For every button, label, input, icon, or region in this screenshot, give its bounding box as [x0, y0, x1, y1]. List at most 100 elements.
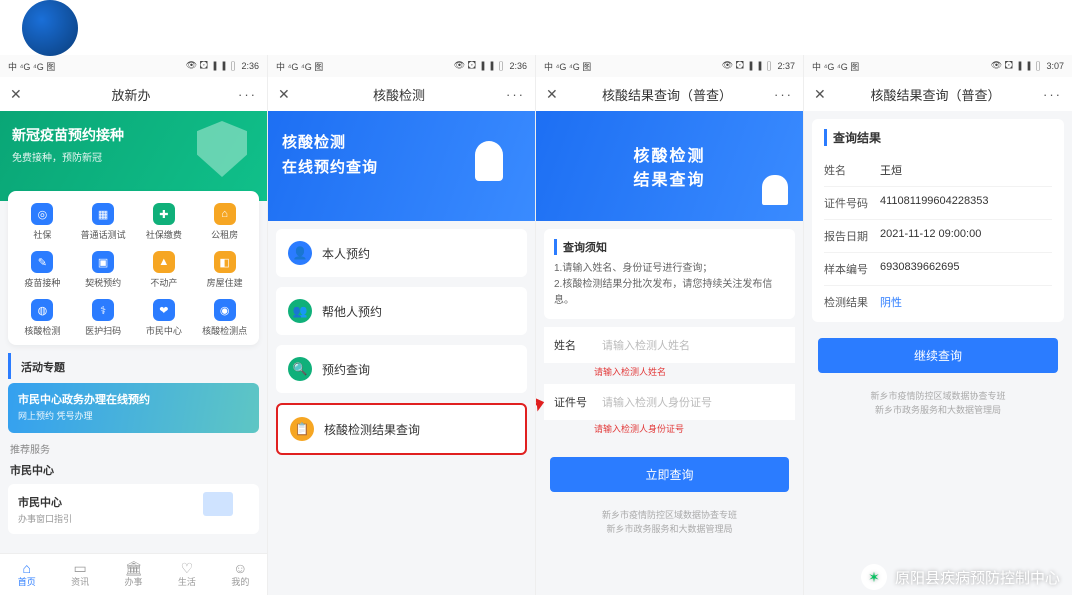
- grid-item-label: 公租房: [211, 228, 238, 241]
- doctor-illustration-icon: [455, 131, 525, 201]
- wechat-account-name: 原阳县疾病预防控制中心: [895, 567, 1060, 588]
- grid-item-市民中心[interactable]: ❤ 市民中心: [134, 295, 195, 341]
- tab-我的[interactable]: ☺我的: [214, 554, 267, 595]
- grid-item-icon: ✎: [31, 251, 53, 273]
- blue-sphere-logo: [22, 0, 78, 56]
- nucleic-banner: 核酸检测 在线预约查询: [268, 111, 535, 221]
- menu-row-帮他人预约[interactable]: 👥帮他人预约: [276, 287, 527, 335]
- wechat-attribution: ✶ 原阳县疾病预防控制中心: [861, 564, 1060, 590]
- more-icon[interactable]: ···: [774, 87, 793, 102]
- close-icon[interactable]: ✕: [546, 86, 560, 103]
- close-icon[interactable]: ✕: [10, 86, 24, 103]
- card-subtitle: 办事窗口指引: [18, 512, 72, 525]
- grid-item-icon: ▦: [92, 203, 114, 225]
- nav-bar: ✕ 放新办 ···: [0, 77, 267, 111]
- grid-item-label: 市民中心: [146, 324, 182, 337]
- result-row-姓名: 姓名王烜: [824, 154, 1052, 187]
- promo-card[interactable]: 市民中心政务办理在线预约 网上预约 凭号办理: [8, 383, 259, 433]
- services-grid-card: ◎ 社保 ▦普通话测试✚社保缴费 ⌂ 公租房 ✎ 疫苗接种 ▣ 契税预约 ▲不动产◧房屋住建 ◍核酸…: [8, 191, 259, 345]
- grid-item-医护扫码[interactable]: ⚕ 医护扫码: [73, 295, 134, 341]
- result-key: 样本编号: [824, 261, 880, 277]
- footer-org: 新乡市疫情防控区域数据协查专班 新乡市政务服务和大数据管理局: [804, 389, 1072, 418]
- name-input[interactable]: 请输入检测人姓名: [602, 337, 785, 353]
- id-input[interactable]: 请输入检测人身份证号: [602, 394, 785, 410]
- grid-item-icon: ◎: [31, 203, 53, 225]
- nav-bar: ✕ 核酸检测 ···: [268, 77, 535, 111]
- continue-query-button[interactable]: 继续查询: [818, 338, 1058, 373]
- grid-item-label: 社保: [33, 228, 51, 241]
- screen-nucleic-menu: 中 ⁴G ⁴G 图 👁 🖸 ▮▮▯ 2:36 ✕ 核酸检测 ··· 核酸检测 在…: [268, 55, 536, 595]
- result-title: 查询结果: [824, 129, 1052, 146]
- grid-item-不动产[interactable]: ▲不动产: [134, 247, 195, 293]
- name-field-row: 姓名 请输入检测人姓名: [544, 327, 795, 363]
- screen-query-result: 中 ⁴G ⁴G 图 👁 🖸 ▮▮▯ 3:07 ✕ 核酸结果查询（普查） ··· …: [804, 55, 1072, 595]
- id-label: 证件号: [554, 394, 592, 410]
- row-icon: 👤: [288, 241, 312, 265]
- result-row-检测结果: 检测结果阴性: [824, 286, 1052, 318]
- grid-item-label: 医护扫码: [85, 324, 121, 337]
- menu-row-本人预约[interactable]: 👤 本人预约: [276, 229, 527, 277]
- grid-item-icon: ▣: [92, 251, 114, 273]
- card-illustration-icon: [203, 492, 249, 526]
- grid-item-核酸检测[interactable]: ◍核酸检测: [12, 295, 73, 341]
- grid-item-契税预约[interactable]: ▣ 契税预约: [73, 247, 134, 293]
- close-icon[interactable]: ✕: [278, 86, 292, 103]
- grid-item-房屋住建[interactable]: ◧房屋住建: [194, 247, 255, 293]
- more-icon[interactable]: ···: [1043, 87, 1062, 102]
- result-value: 411081199604228353: [880, 195, 989, 211]
- notice-title: 查询须知: [554, 239, 785, 255]
- tab-生活[interactable]: ♡生活: [160, 554, 213, 595]
- banner-line1: 核酸检测: [633, 142, 705, 166]
- footer-org: 新乡市疫情防控区域数据协查专班 新乡市政务服务和大数据管理局: [536, 508, 803, 537]
- grid-item-社保[interactable]: ◎ 社保: [12, 199, 73, 245]
- row-label: 核酸检测结果查询: [324, 421, 420, 438]
- grid-item-icon: ⌂: [214, 203, 236, 225]
- nav-bar: ✕ 核酸结果查询（普查） ···: [536, 77, 803, 111]
- menu-row-预约查询[interactable]: 🔍预约查询: [276, 345, 527, 393]
- tab-办事[interactable]: 🏛办事: [107, 554, 160, 595]
- grid-item-普通话测试[interactable]: ▦普通话测试: [73, 199, 134, 245]
- grid-item-核酸检测点[interactable]: ◉核酸检测点: [194, 295, 255, 341]
- screen-query-form: ➚ 中 ⁴G ⁴G 图 👁 🖸 ▮▮▯ 2:37 ✕ 核酸结果查询（普查） ··…: [536, 55, 804, 595]
- status-time: 👁 🖸 ▮▮▯ 3:07: [991, 58, 1064, 74]
- tab-icon: ☺: [233, 561, 247, 575]
- result-row-报告日期: 报告日期2021-11-12 09:00:00: [824, 220, 1052, 253]
- status-signal: 中 ⁴G ⁴G 图: [812, 60, 859, 73]
- tab-资讯[interactable]: ▭资讯: [53, 554, 106, 595]
- status-signal: 中 ⁴G ⁴G 图: [8, 60, 55, 73]
- menu-row-核酸检测结果查询[interactable]: 📋核酸检测结果查询: [276, 403, 527, 455]
- status-bar: 中 ⁴G ⁴G 图 👁 🖸 ▮▮▯ 2:36: [0, 55, 267, 77]
- tab-label: 办事: [125, 575, 143, 588]
- grid-item-公租房[interactable]: ⌂ 公租房: [194, 199, 255, 245]
- vaccine-banner[interactable]: 新冠疫苗预约接种 免费接种，预防新冠: [0, 111, 267, 201]
- result-value: 6930839662695: [880, 261, 960, 277]
- status-signal: 中 ⁴G ⁴G 图: [544, 60, 591, 73]
- result-value: 2021-11-12 09:00:00: [880, 228, 981, 244]
- query-button[interactable]: 立即查询: [550, 457, 789, 492]
- grid-item-icon: ❤: [153, 299, 175, 321]
- close-icon[interactable]: ✕: [814, 86, 828, 103]
- grid-item-label: 核酸检测点: [202, 324, 247, 337]
- more-icon[interactable]: ···: [238, 87, 257, 102]
- notice-line2: 2.核酸检测结果分批次发布，请您持续关注发布信息。: [554, 277, 785, 309]
- result-key: 证件号码: [824, 195, 880, 211]
- grid-item-label: 契税预约: [85, 276, 121, 289]
- banner-line2: 结果查询: [633, 166, 705, 190]
- grid-item-疫苗接种[interactable]: ✎ 疫苗接种: [12, 247, 73, 293]
- nurse-illustration-icon: [753, 167, 797, 221]
- nav-bar: ✕ 核酸结果查询（普查） ···: [804, 77, 1072, 111]
- more-icon[interactable]: ···: [506, 87, 525, 102]
- grid-item-icon: ⚕: [92, 299, 114, 321]
- grid-item-label: 疫苗接种: [24, 276, 60, 289]
- citizen-center-card[interactable]: 市民中心 办事窗口指引: [8, 484, 259, 534]
- row-icon: 🔍: [288, 357, 312, 381]
- screen-home: 中 ⁴G ⁴G 图 👁 🖸 ▮▮▯ 2:36 ✕ 放新办 ··· 新冠疫苗预约接…: [0, 55, 268, 595]
- result-value: 阴性: [880, 294, 902, 310]
- tab-icon: 🏛: [125, 561, 143, 575]
- status-bar: 中 ⁴G ⁴G 图 👁 🖸 ▮▮▯ 2:36: [268, 55, 535, 77]
- tab-label: 我的: [231, 575, 249, 588]
- tab-首页[interactable]: ⌂首页: [0, 554, 53, 595]
- row-label: 本人预约: [322, 245, 370, 262]
- grid-item-社保缴费[interactable]: ✚社保缴费: [134, 199, 195, 245]
- name-error: 请输入检测人姓名: [536, 365, 803, 384]
